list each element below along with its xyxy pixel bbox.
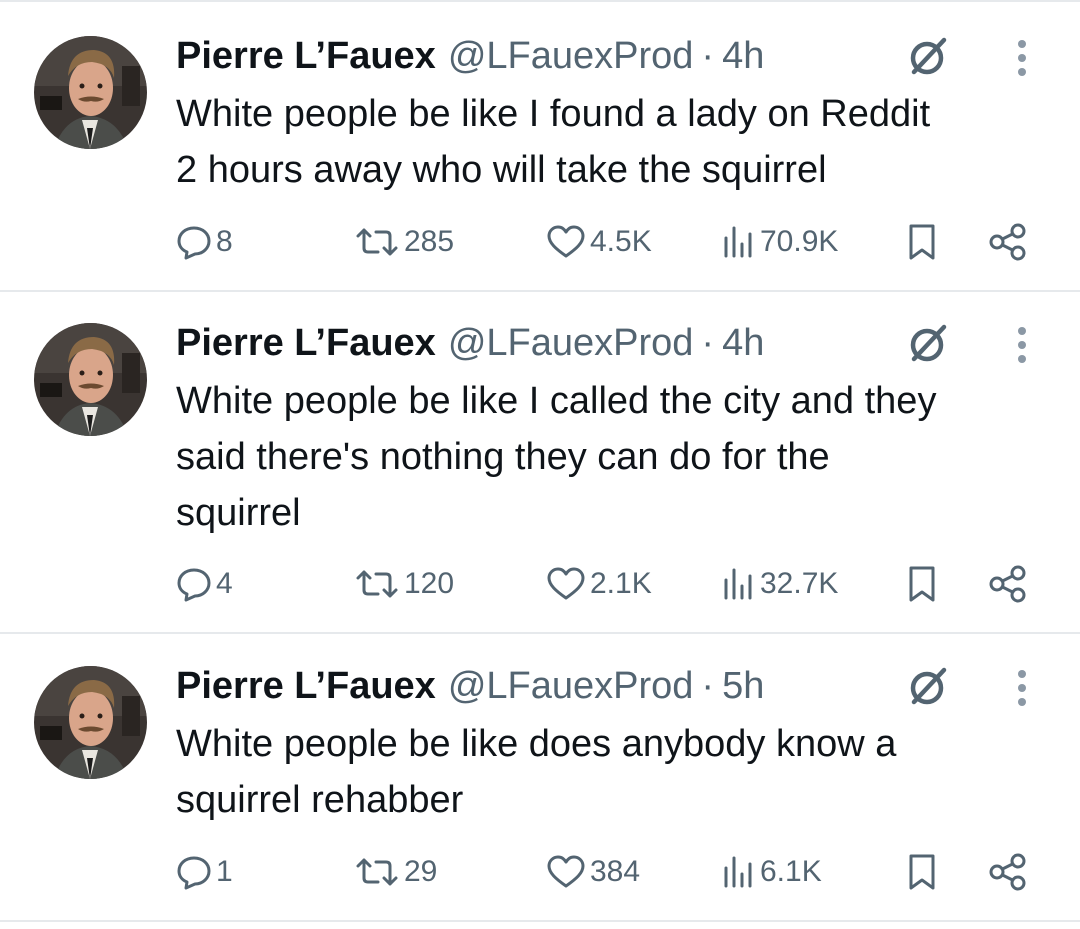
bookmark-icon <box>909 224 935 260</box>
action-bar: 4 120 2.1K 32.7K <box>176 562 1036 606</box>
like-button[interactable]: 4.5K <box>546 220 652 264</box>
author-name[interactable]: Pierre L’Fauex <box>176 660 436 712</box>
avatar-photo-icon <box>34 323 147 436</box>
tweet-card[interactable]: Pierre L’Fauex @LFauexProd · 4h White pe… <box>0 289 1080 632</box>
views-count: 70.9K <box>760 225 839 258</box>
bookmark-icon <box>909 566 935 602</box>
tweet-card[interactable]: Pierre L’Fauex @LFauexProd · 5h White pe… <box>0 632 1080 920</box>
grok-icon <box>910 667 947 705</box>
grok-icon <box>910 37 947 75</box>
views-count: 6.1K <box>760 855 822 888</box>
reply-count: 8 <box>216 225 233 258</box>
author-handle[interactable]: @LFauexProd <box>448 30 694 82</box>
timestamp[interactable]: 4h <box>722 317 764 369</box>
more-options-button[interactable] <box>1004 36 1040 80</box>
views-count: 32.7K <box>760 567 839 600</box>
more-dots-icon <box>1018 670 1026 706</box>
more-options-button[interactable] <box>1004 666 1040 710</box>
bookmark-icon <box>909 854 935 890</box>
share-icon <box>989 565 1026 603</box>
retweet-count: 29 <box>404 855 438 888</box>
views-bar-icon <box>724 226 752 258</box>
author-name[interactable]: Pierre L’Fauex <box>176 30 436 82</box>
reply-icon <box>177 226 211 260</box>
share-button[interactable] <box>988 220 1028 264</box>
tweet-text: White people be like I found a lady on R… <box>176 93 931 191</box>
grok-button[interactable] <box>902 32 954 80</box>
heart-icon <box>547 567 585 600</box>
share-icon <box>989 853 1026 891</box>
tweet-text: White people be like I called the city a… <box>176 380 937 534</box>
tweet-header: Pierre L’Fauex @LFauexProd · 4h <box>176 30 764 82</box>
like-button[interactable]: 384 <box>546 850 640 894</box>
grok-icon <box>910 324 947 362</box>
author-name[interactable]: Pierre L’Fauex <box>176 317 436 369</box>
tweet-header: Pierre L’Fauex @LFauexProd · 5h <box>176 660 764 712</box>
heart-icon <box>547 225 585 258</box>
action-bar: 1 29 384 6.1K <box>176 850 1036 894</box>
views-button[interactable]: 70.9K <box>720 220 838 264</box>
retweet-button[interactable]: 29 <box>354 850 437 894</box>
action-bar: 8 285 4.5K 70.9K <box>176 220 1036 264</box>
grok-button[interactable] <box>902 662 954 710</box>
separator-dot: · <box>701 665 715 707</box>
reply-button[interactable]: 8 <box>176 220 233 264</box>
retweet-count: 285 <box>404 225 455 258</box>
reply-count: 1 <box>216 855 233 888</box>
retweet-icon <box>356 858 398 886</box>
share-button[interactable] <box>988 850 1028 894</box>
grok-button[interactable] <box>902 319 954 367</box>
like-button[interactable]: 2.1K <box>546 562 652 606</box>
avatar-photo-icon <box>34 36 147 149</box>
timestamp[interactable]: 5h <box>722 660 764 712</box>
retweet-button[interactable]: 285 <box>354 220 454 264</box>
reply-count: 4 <box>216 567 233 600</box>
more-options-button[interactable] <box>1004 323 1040 367</box>
share-button[interactable] <box>988 562 1028 606</box>
tweet-text: White people be like does anybody know a… <box>176 723 897 821</box>
avatar[interactable] <box>34 36 147 149</box>
heart-icon <box>547 855 585 888</box>
tweet-card[interactable]: Pierre L’Fauex @LFauexProd · 4h White pe… <box>0 2 1080 291</box>
separator-dot: · <box>701 322 715 364</box>
reply-button[interactable]: 1 <box>176 850 233 894</box>
bookmark-button[interactable] <box>906 850 938 894</box>
views-button[interactable]: 32.7K <box>720 562 838 606</box>
views-bar-icon <box>724 568 752 600</box>
separator-dot: · <box>701 35 715 77</box>
like-count: 384 <box>590 855 641 888</box>
tweet-header: Pierre L’Fauex @LFauexProd · 4h <box>176 317 764 369</box>
more-dots-icon <box>1018 40 1026 76</box>
views-bar-icon <box>724 856 752 888</box>
timestamp[interactable]: 4h <box>722 30 764 82</box>
divider <box>0 920 1080 922</box>
like-count: 4.5K <box>590 225 652 258</box>
reply-icon <box>177 568 211 602</box>
retweet-button[interactable]: 120 <box>354 562 454 606</box>
bookmark-button[interactable] <box>906 220 938 264</box>
reply-icon <box>177 856 211 890</box>
retweet-icon <box>356 570 398 598</box>
author-handle[interactable]: @LFauexProd <box>448 660 694 712</box>
author-handle[interactable]: @LFauexProd <box>448 317 694 369</box>
retweet-count: 120 <box>404 567 455 600</box>
views-button[interactable]: 6.1K <box>720 850 822 894</box>
timeline-feed: Pierre L’Fauex @LFauexProd · 4h White pe… <box>0 0 1080 929</box>
like-count: 2.1K <box>590 567 652 600</box>
avatar[interactable] <box>34 323 147 436</box>
more-dots-icon <box>1018 327 1026 363</box>
retweet-icon <box>356 228 398 256</box>
bookmark-button[interactable] <box>906 562 938 606</box>
reply-button[interactable]: 4 <box>176 562 233 606</box>
avatar[interactable] <box>34 666 147 779</box>
avatar-photo-icon <box>34 666 147 779</box>
share-icon <box>989 223 1026 261</box>
